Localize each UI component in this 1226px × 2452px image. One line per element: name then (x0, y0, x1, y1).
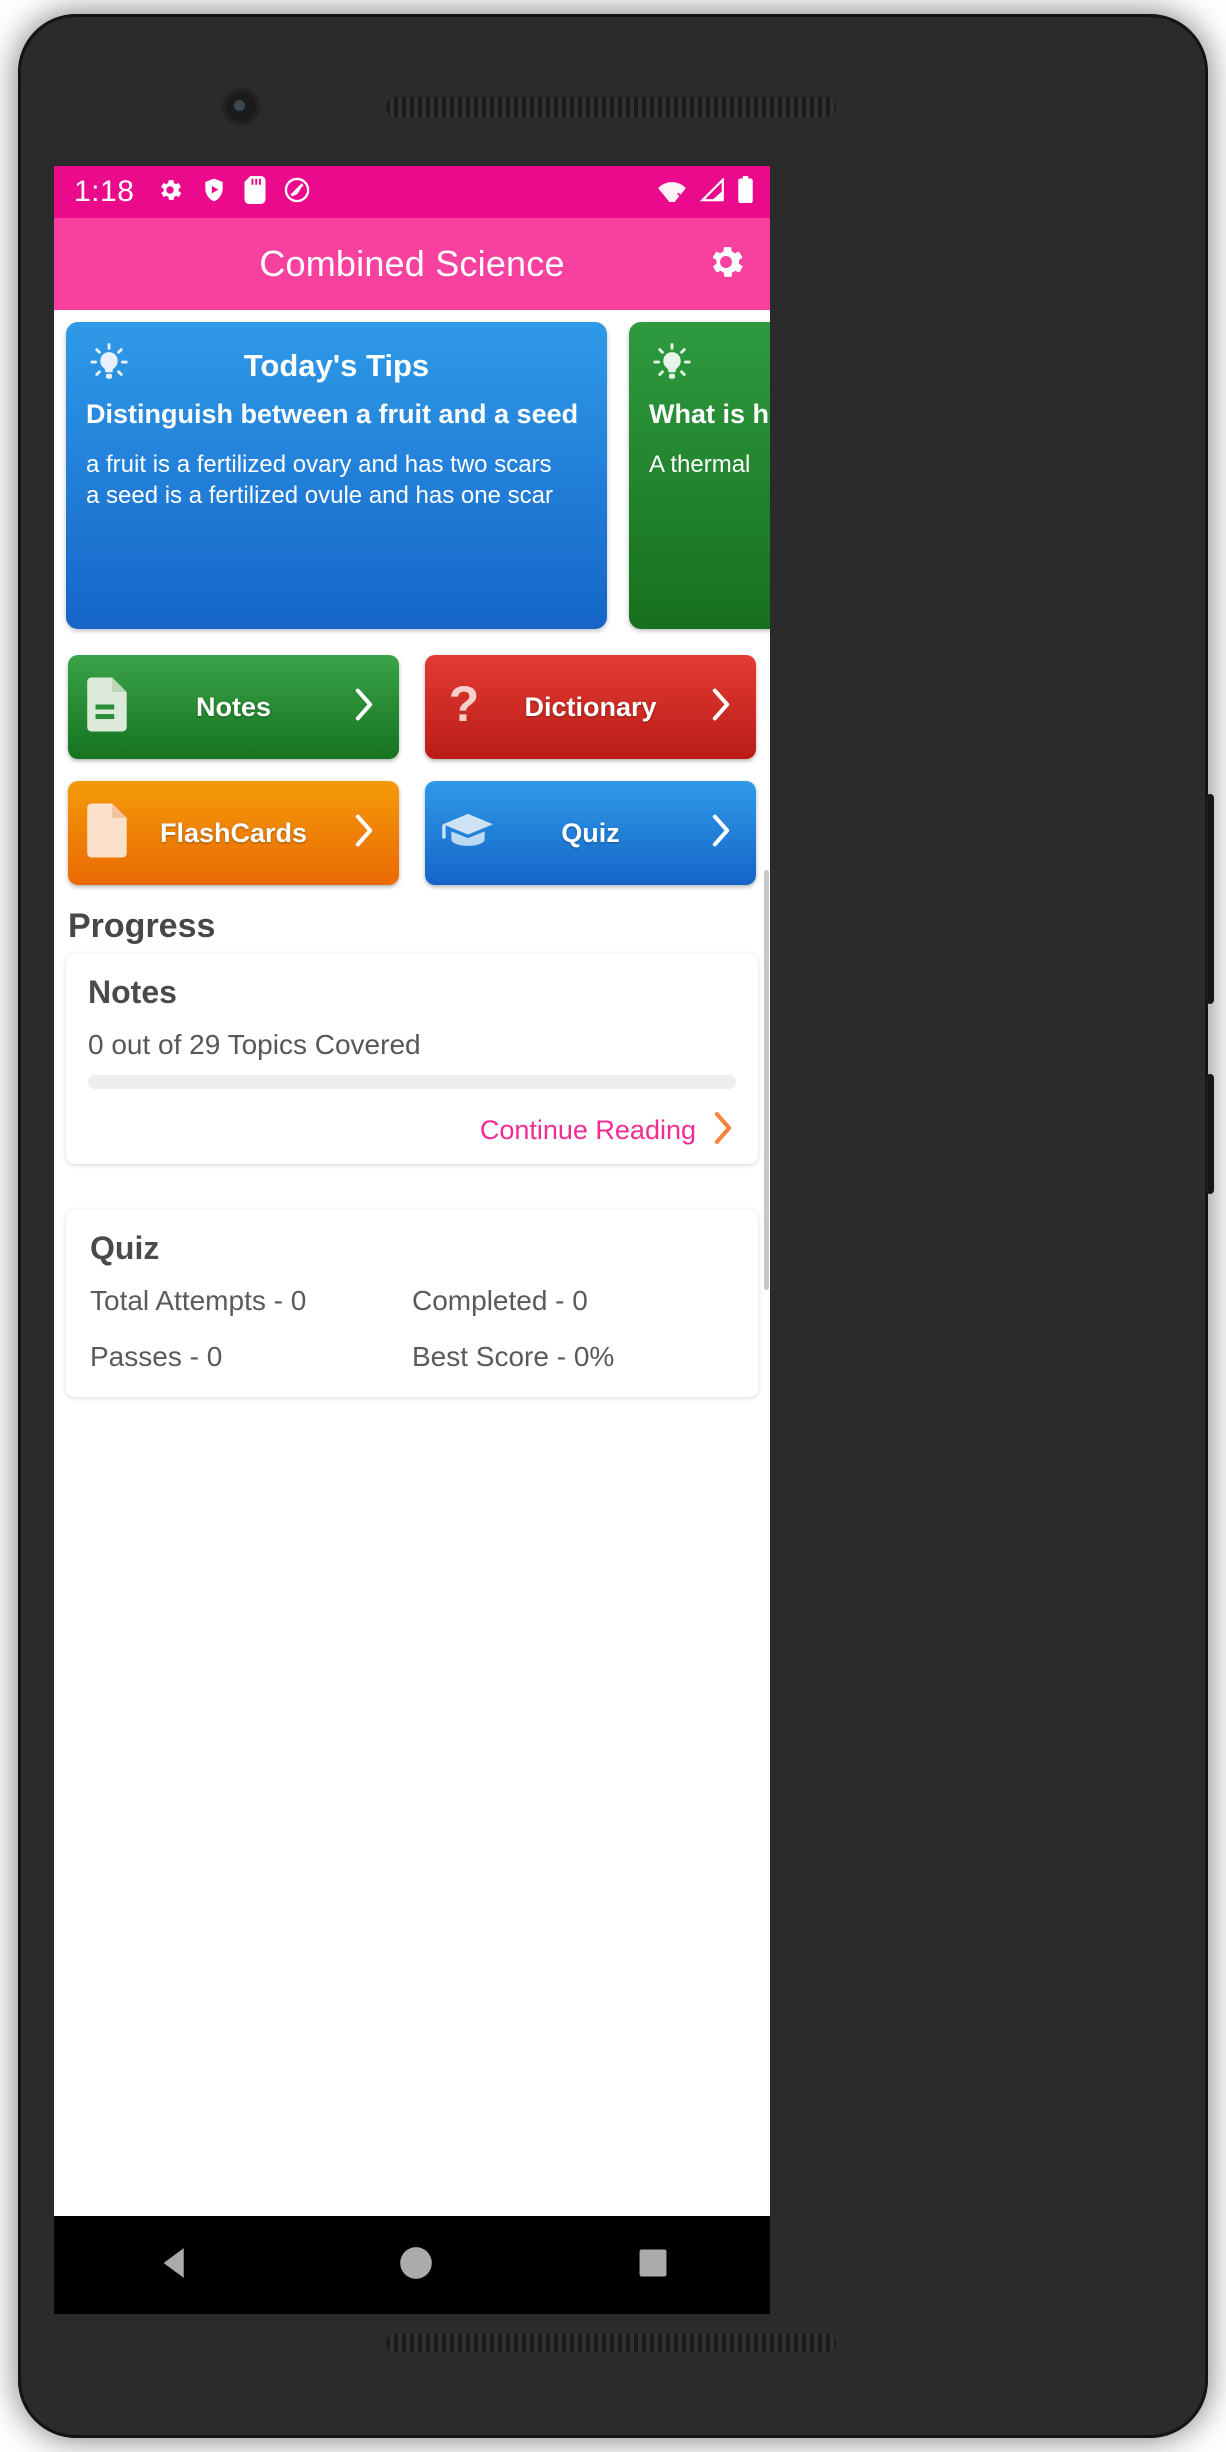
notes-progress-bar (88, 1075, 736, 1089)
tips-carousel[interactable]: Today's Tips Distinguish between a fruit… (54, 310, 770, 639)
main-content: Today's Tips Distinguish between a fruit… (54, 310, 770, 2314)
status-bar: 1:18 (54, 166, 770, 218)
tip-card-question: Distinguish between a fruit and a seed (86, 399, 579, 429)
lightbulb-icon (649, 340, 695, 391)
battery-full-icon (737, 176, 754, 208)
notes-progress-title: Notes (88, 974, 177, 1010)
progress-section-title: Progress (68, 907, 216, 945)
android-navigation-bar (54, 2216, 770, 2314)
quiz-stats-grid: Total Attempts - 0 Completed - 0 Passes … (90, 1285, 734, 1373)
tip-card-answer: A thermal (649, 450, 751, 478)
tip-card[interactable]: Today's Tips What is heat? A thermal (629, 322, 770, 629)
chevron-right-icon (351, 688, 377, 727)
continue-reading-label: Continue Reading (479, 1115, 696, 1145)
svg-text:?: ? (449, 678, 479, 732)
sd-card-icon (244, 175, 266, 209)
home-icon[interactable] (397, 2244, 435, 2287)
front-camera (226, 92, 256, 122)
notes-button[interactable]: Notes (68, 655, 399, 759)
do-not-disturb-icon (283, 176, 311, 209)
flashcards-button[interactable]: FlashCards (68, 781, 399, 885)
quiz-stat-best-score: Best Score - 0% (412, 1341, 615, 1372)
gear-icon (156, 176, 184, 209)
dictionary-button[interactable]: ? Dictionary (425, 655, 756, 759)
quiz-button[interactable]: Quiz (425, 781, 756, 885)
lightbulb-icon (86, 340, 132, 391)
back-icon[interactable] (154, 2242, 196, 2289)
status-bar-clock: 1:18 (74, 175, 135, 208)
tip-card-header: Today's Tips (649, 340, 770, 392)
shield-play-icon (201, 176, 227, 209)
settings-button[interactable] (704, 242, 748, 286)
chevron-right-icon (351, 814, 377, 853)
quiz-button-label: Quiz (561, 817, 620, 848)
action-buttons-grid: Notes ? Dictionary FlashCards Quiz (54, 639, 770, 885)
tip-card-answer: a fruit is a fertilized ovary and has tw… (86, 450, 553, 510)
quiz-stat-total-attempts: Total Attempts - 0 (90, 1285, 307, 1316)
flashcards-button-label: FlashCards (159, 817, 308, 848)
gear-icon (705, 241, 747, 288)
status-bar-notification-icons (156, 175, 311, 209)
question-mark-icon: ? (441, 676, 487, 737)
cell-signal-icon (698, 176, 726, 207)
page-title: Combined Science (259, 243, 565, 284)
file-icon (84, 803, 132, 863)
quiz-progress-title: Quiz (90, 1230, 160, 1266)
tip-card-question: What is heat? (649, 399, 770, 429)
app-bar: Combined Science (54, 218, 770, 310)
notes-progress-card: Notes 0 out of 29 Topics Covered Continu… (66, 954, 758, 1164)
power-button[interactable] (1206, 1074, 1214, 1194)
tip-card-title: Today's Tips (243, 348, 430, 383)
graduation-cap-icon (441, 809, 495, 858)
quiz-stat-passes: Passes - 0 (90, 1341, 223, 1372)
notes-progress-summary: 0 out of 29 Topics Covered (88, 1029, 421, 1060)
quiz-progress-card: Quiz Total Attempts - 0 Completed - 0 Pa… (66, 1210, 758, 1397)
continue-reading-button[interactable]: Continue Reading (88, 1111, 736, 1150)
device-frame: 1:18 Combined Science Today's Tips Disti… (18, 14, 1214, 2438)
status-bar-system-icons (657, 176, 754, 208)
wifi-off-icon (657, 178, 687, 207)
chevron-right-icon (708, 688, 734, 727)
document-icon (84, 677, 132, 737)
scrollbar[interactable] (764, 870, 769, 1290)
recents-icon[interactable] (636, 2246, 670, 2285)
chevron-right-icon (710, 1111, 736, 1150)
bottom-speaker (386, 2334, 836, 2352)
earpiece-speaker (386, 97, 836, 117)
tip-card-header: Today's Tips (86, 340, 587, 392)
tip-card[interactable]: Today's Tips Distinguish between a fruit… (66, 322, 607, 629)
quiz-stat-completed: Completed - 0 (412, 1285, 588, 1316)
phone-screen: 1:18 Combined Science Today's Tips Disti… (54, 166, 770, 2314)
volume-button[interactable] (1206, 794, 1214, 1004)
notes-button-label: Notes (195, 691, 271, 722)
chevron-right-icon (708, 814, 734, 853)
dictionary-button-label: Dictionary (524, 691, 657, 722)
